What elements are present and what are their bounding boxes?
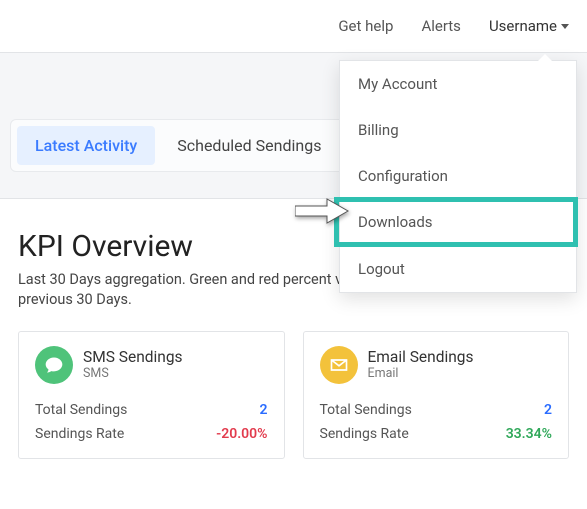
chat-bubble-icon xyxy=(35,346,73,384)
chevron-down-icon xyxy=(561,24,569,29)
dropdown-item-my-account[interactable]: My Account xyxy=(340,61,576,107)
card-head: Email Sendings Email xyxy=(320,346,553,384)
metric-value-total: 2 xyxy=(544,402,552,418)
dropdown-item-billing[interactable]: Billing xyxy=(340,107,576,153)
user-dropdown: My Account Billing Configuration Downloa… xyxy=(339,60,577,293)
card-email: Email Sendings Email Total Sendings 2 Se… xyxy=(303,331,570,459)
envelope-icon xyxy=(320,346,358,384)
tab-latest-activity[interactable]: Latest Activity xyxy=(17,126,155,165)
get-help-link[interactable]: Get help xyxy=(338,17,393,35)
alerts-link[interactable]: Alerts xyxy=(421,17,461,35)
card-subtitle: Email xyxy=(368,367,474,381)
user-menu-trigger[interactable]: Username xyxy=(489,17,569,35)
metric-label: Sendings Rate xyxy=(320,426,409,442)
card-title: Email Sendings xyxy=(368,349,474,367)
dropdown-item-logout[interactable]: Logout xyxy=(340,246,576,292)
arrow-right-icon xyxy=(295,198,349,228)
metric-value-rate: -20.00% xyxy=(216,426,267,442)
card-title: SMS Sendings xyxy=(83,349,183,367)
metric-label: Total Sendings xyxy=(320,402,412,418)
tab-scheduled-sendings[interactable]: Scheduled Sendings xyxy=(159,126,339,165)
card-sms: SMS Sendings SMS Total Sendings 2 Sendin… xyxy=(18,331,285,459)
dropdown-item-downloads[interactable]: Downloads xyxy=(340,199,576,245)
metric-value-rate: 33.34% xyxy=(506,426,552,442)
username-label: Username xyxy=(489,17,557,35)
kpi-cards: SMS Sendings SMS Total Sendings 2 Sendin… xyxy=(18,331,569,459)
metric-label: Sendings Rate xyxy=(35,426,124,442)
metric-label: Total Sendings xyxy=(35,402,127,418)
metric-value-total: 2 xyxy=(260,402,268,418)
dropdown-item-configuration[interactable]: Configuration xyxy=(340,153,576,199)
card-head: SMS Sendings SMS xyxy=(35,346,268,384)
topbar: Get help Alerts Username xyxy=(0,0,587,52)
card-subtitle: SMS xyxy=(83,367,183,381)
